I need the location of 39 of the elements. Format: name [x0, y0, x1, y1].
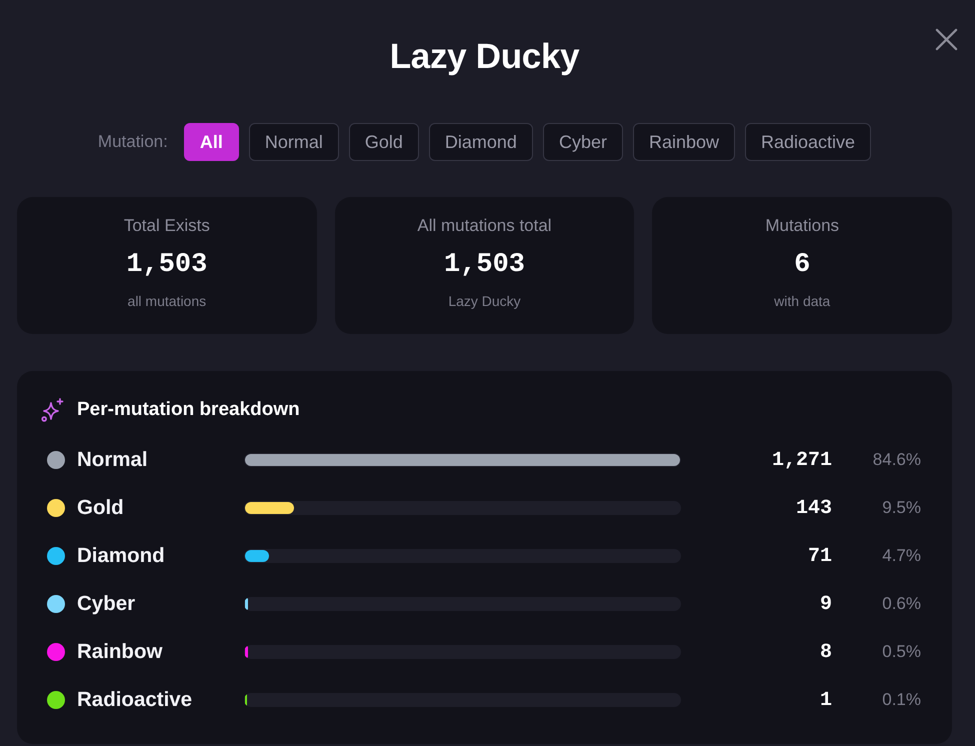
count-value: 71 [806, 544, 832, 568]
stat-caption: all mutations [126, 292, 208, 310]
sparkle-icon [41, 398, 65, 422]
count-value: 1,271 [770, 448, 832, 472]
filter-tab[interactable]: Rainbow [632, 123, 736, 161]
filter-label: Mutation: [98, 132, 168, 152]
mutation-name: Diamond [77, 544, 166, 568]
close-icon[interactable] [935, 28, 958, 51]
percent-value: 0.5% [881, 642, 921, 662]
stat-caption: Lazy Ducky [447, 292, 522, 310]
modal-title: Lazy Ducky [388, 37, 580, 77]
stat-label: Total Exists [122, 215, 211, 237]
percent-value: 0.1% [881, 690, 921, 710]
filter-tab[interactable]: Radioactive [745, 123, 872, 161]
section-title: Per-mutation breakdown [77, 399, 300, 421]
stat-label: Mutations [764, 215, 840, 237]
count-value: 8 [818, 640, 832, 664]
percent-value: 84.6% [872, 450, 921, 470]
mutation-name: Radioactive [77, 688, 194, 712]
stat-value: 1,503 [443, 249, 526, 281]
count-value: 1 [818, 688, 832, 712]
percent-value: 0.6% [881, 594, 921, 614]
stat-value: 6 [793, 249, 812, 281]
mutation-name: Normal [77, 448, 149, 472]
filter-tab[interactable]: Normal [248, 123, 339, 161]
mutation-name: Rainbow [77, 640, 164, 664]
stat-label: All mutations total [416, 215, 553, 237]
stat-caption: with data [773, 292, 832, 310]
mutation-name: Cyber [77, 592, 136, 616]
stat-value: 1,503 [125, 249, 208, 281]
percent-value: 9.5% [881, 498, 921, 518]
filter-tab[interactable]: Cyber [542, 123, 623, 161]
filter-tab[interactable]: Diamond [428, 123, 533, 161]
filter-tab[interactable]: All [184, 123, 239, 161]
percent-value: 4.7% [881, 546, 921, 566]
mutation-name: Gold [77, 496, 125, 520]
count-value: 9 [818, 592, 832, 616]
filter-tab[interactable]: Gold [348, 123, 419, 161]
count-value: 143 [794, 496, 832, 520]
